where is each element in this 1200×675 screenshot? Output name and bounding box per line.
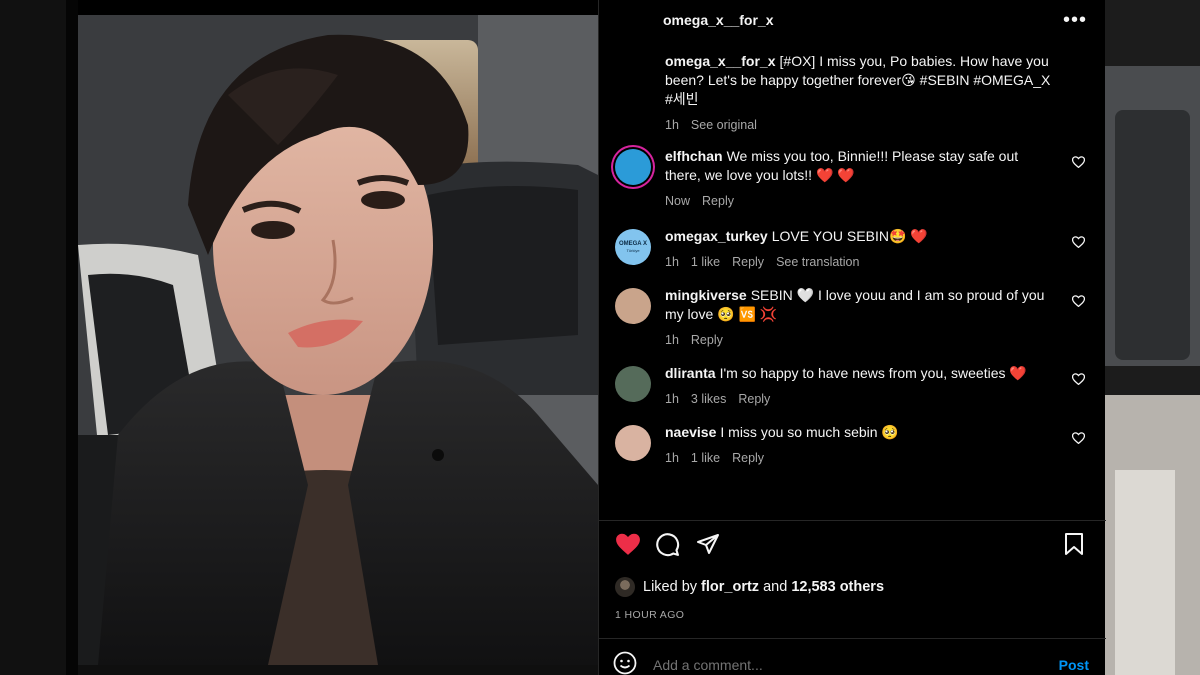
caption-body: omega_x__for_x [#OX] I miss you, Po babie…: [665, 52, 1056, 135]
likes-prefix: Liked by: [643, 579, 698, 595]
caption-username[interactable]: omega_x__for_x: [665, 53, 776, 69]
comment-body: elfhchan We miss you too, Binnie!!! Pleas…: [665, 147, 1056, 211]
comment-text: I miss you so much sebin 🥺: [720, 424, 899, 440]
caption: omega_x__for_x [#OX] I miss you, Po babie…: [615, 52, 1090, 135]
reply-button[interactable]: Reply: [732, 253, 764, 272]
comment-item: naevise I miss you so much sebin 🥺 1h 1 lik…: [615, 423, 1090, 468]
caption-time: 1h: [665, 118, 679, 132]
comment-meta: 1h 3 likes Reply: [665, 390, 1056, 409]
comment-like-count[interactable]: 1 like: [691, 449, 720, 468]
avatar-omegax-turkey[interactable]: OMEGA X Türkiye: [615, 229, 651, 265]
reply-button[interactable]: Reply: [738, 390, 770, 409]
liker-avatar: [615, 577, 635, 597]
likes-summary: Liked by flor_ortz and 12,583 others: [615, 577, 884, 597]
share-icon[interactable]: [696, 532, 720, 561]
comment-like-count[interactable]: 1 like: [691, 253, 720, 272]
avatar-label-bottom: Türkiye: [626, 248, 640, 253]
comment-body: mingkiverse SEBIN 🤍 I love youu and I am …: [665, 286, 1056, 350]
comment-username[interactable]: omegax_turkey: [665, 228, 768, 244]
comment-input[interactable]: [653, 657, 1059, 673]
comment-item: elfhchan We miss you too, Binnie!!! Pleas…: [615, 147, 1090, 211]
divider-bottom: [599, 638, 1106, 639]
add-comment-bar: Post: [613, 650, 1093, 675]
reply-button[interactable]: Reply: [691, 331, 723, 350]
liker-username[interactable]: flor_ortz: [701, 579, 759, 595]
next-post-thumbnail: [1105, 0, 1200, 675]
comments-list[interactable]: omega_x__for_x [#OX] I miss you, Po babie…: [599, 52, 1106, 520]
reply-button[interactable]: Reply: [702, 192, 734, 211]
post-comment-button[interactable]: Post: [1059, 657, 1089, 673]
comment-time: 1h: [665, 255, 679, 269]
comment-body: omegax_turkey LOVE YOU SEBIN🤩 ❤️ 1h 1 like R…: [665, 227, 1056, 272]
bookmark-icon[interactable]: [1064, 532, 1084, 561]
caption-meta: 1h See original: [665, 116, 1056, 135]
comment-icon[interactable]: [655, 532, 680, 562]
smiley-icon[interactable]: [613, 651, 637, 675]
comment-body: dliranta I'm so happy to have news from y…: [665, 364, 1056, 409]
comment-item: dliranta I'm so happy to have news from y…: [615, 364, 1090, 409]
comment-username[interactable]: naevise: [665, 424, 716, 440]
comment-username[interactable]: elfhchan: [665, 148, 723, 164]
avatar-dliranta[interactable]: [615, 366, 651, 402]
see-translation-link[interactable]: See translation: [776, 253, 859, 272]
heart-filled-icon[interactable]: [615, 532, 641, 561]
comment-like-heart-icon[interactable]: [1071, 431, 1086, 445]
comment-body: naevise I miss you so much sebin 🥺 1h 1 lik…: [665, 423, 1056, 468]
post-author-username[interactable]: omega_x__for_x: [663, 12, 774, 28]
comment-like-heart-icon[interactable]: [1071, 294, 1086, 308]
comment-meta: Now Reply: [665, 192, 1056, 211]
comment-meta: 1h 1 like Reply: [665, 449, 1056, 468]
comment-like-count[interactable]: 3 likes: [691, 390, 726, 409]
comment-items: elfhchan We miss you too, Binnie!!! Pleas…: [615, 147, 1090, 468]
reply-button[interactable]: Reply: [732, 449, 764, 468]
see-original-link[interactable]: See original: [691, 116, 757, 135]
comment-meta: 1h 1 like Reply See translation: [665, 253, 1056, 272]
comment-time: 1h: [665, 392, 679, 406]
post-photo[interactable]: [78, 15, 598, 665]
comment-text: LOVE YOU SEBIN🤩 ❤️: [771, 228, 928, 244]
avatar-label-top: OMEGA X: [618, 241, 648, 247]
comment-text: I'm so happy to have news from you, swee…: [719, 365, 1027, 381]
post-header: omega_x__for_x •••: [599, 0, 1105, 40]
post-time-ago: 1 HOUR AGO: [615, 609, 685, 621]
likes-joiner: and: [763, 579, 788, 595]
avatar-elfhchan[interactable]: [615, 149, 651, 185]
post-photo-illustration: [78, 15, 598, 665]
divider: [599, 520, 1106, 521]
comment-like-heart-icon[interactable]: [1071, 235, 1086, 249]
comment-username[interactable]: dliranta: [665, 365, 716, 381]
photo-top-bar: [78, 0, 598, 15]
comment-meta: 1h Reply: [665, 331, 1056, 350]
comment-time: Now: [665, 194, 691, 208]
post-detail-panel: omega_x__for_x ••• omega_x__for_x [#OX] I…: [598, 0, 1106, 675]
comment-username[interactable]: mingkiverse: [665, 287, 747, 303]
action-bar: [615, 532, 1090, 562]
comment-time: 1h: [665, 333, 679, 347]
avatar-mingkiverse[interactable]: [615, 288, 651, 324]
comment-like-heart-icon[interactable]: [1071, 155, 1086, 169]
avatar-naevise[interactable]: [615, 425, 651, 461]
likes-others-link[interactable]: 12,583 others: [791, 579, 884, 595]
backdrop-right-next-post[interactable]: [1105, 0, 1200, 675]
comment-like-heart-icon[interactable]: [1071, 372, 1086, 386]
post-modal-stage: omega_x__for_x ••• omega_x__for_x [#OX] I…: [0, 0, 1200, 675]
comment-item: mingkiverse SEBIN 🤍 I love youu and I am …: [615, 286, 1090, 350]
comment-time: 1h: [665, 451, 679, 465]
backdrop-strip: [66, 0, 78, 675]
more-options-icon[interactable]: •••: [1063, 10, 1087, 30]
comment-item: OMEGA X Türkiye omegax_turkey LOVE YOU SEBI…: [615, 227, 1090, 272]
